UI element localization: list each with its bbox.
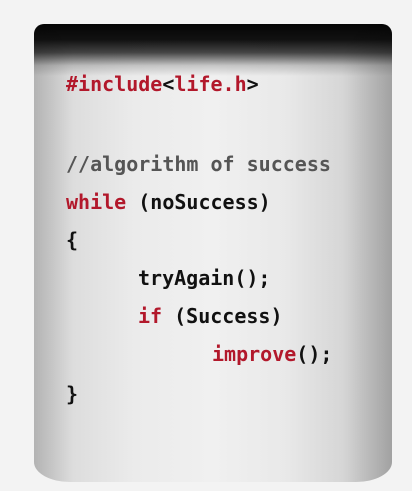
while-condition: (noSuccess) xyxy=(126,190,271,214)
code-line-try-again: tryAgain(); xyxy=(138,266,271,290)
if-keyword: if xyxy=(138,304,163,328)
mug-rim xyxy=(34,24,392,76)
if-condition: (Success) xyxy=(162,304,283,328)
include-file: life.h xyxy=(174,72,247,96)
product-photo: #include<life.h> //algorithm of success … xyxy=(0,0,412,491)
code-line-improve: improve(); xyxy=(212,342,332,366)
code-line-if: if (Success) xyxy=(138,304,283,328)
while-keyword: while xyxy=(66,190,127,214)
include-keyword: #include xyxy=(66,72,163,96)
include-open: < xyxy=(162,72,175,96)
include-close: > xyxy=(246,72,259,96)
code-line-open-brace: { xyxy=(66,228,79,252)
mug-shade-right xyxy=(342,24,392,482)
code-line-comment: //algorithm of success xyxy=(66,152,331,176)
improve-function: improve xyxy=(212,342,297,366)
code-line-while: while (noSuccess) xyxy=(66,190,271,214)
code-line-include: #include<life.h> xyxy=(66,72,259,96)
code-line-close-brace: } xyxy=(66,382,79,406)
improve-call-suffix: (); xyxy=(296,342,333,366)
code-print: #include<life.h> //algorithm of success … xyxy=(66,72,332,480)
